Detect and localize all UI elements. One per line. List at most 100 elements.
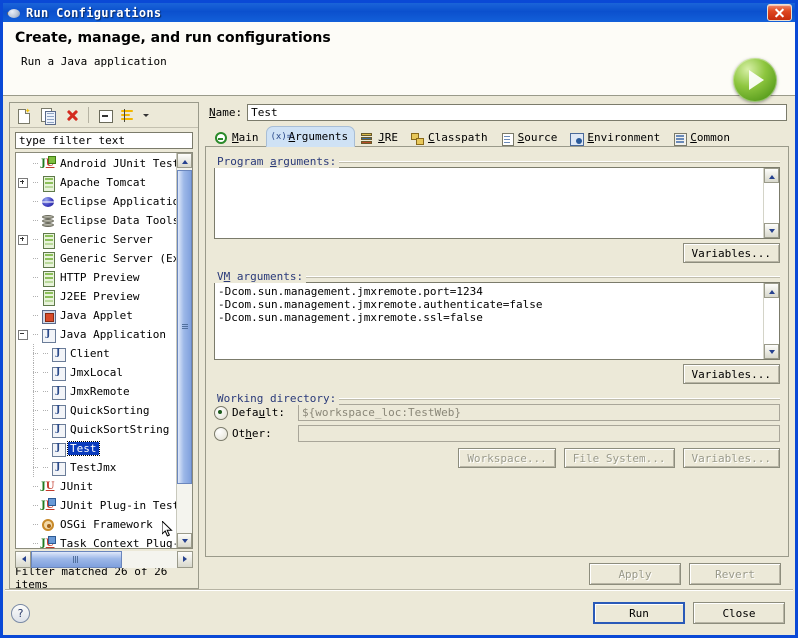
other-radio[interactable] [214, 426, 228, 441]
scroll-track[interactable] [764, 298, 779, 344]
environment-tab-icon [569, 131, 585, 146]
java-app-icon [49, 440, 66, 457]
tab-jre[interactable]: JRE [355, 127, 405, 147]
tree-item-java-applet[interactable]: Java Applet [16, 306, 176, 325]
vm-args-scrollbar[interactable] [763, 283, 779, 359]
scroll-up-icon[interactable] [177, 153, 192, 168]
vm-variables-button[interactable]: Variables... [682, 364, 780, 384]
program-args-scrollbar[interactable] [763, 168, 779, 238]
chevron-down-icon[interactable] [142, 106, 151, 125]
tree-item-eclipse-data-tools[interactable]: Eclipse Data Tools [16, 211, 176, 230]
tree-item-osgi-framework[interactable]: OSGi Framework [16, 515, 176, 534]
tab-main[interactable]: Main [209, 127, 266, 147]
tree-item-label: TestJmx [70, 461, 117, 474]
working-directory-label: Working directory: [214, 392, 340, 405]
tab-environment[interactable]: Environment [564, 127, 667, 147]
scroll-down-icon[interactable] [764, 344, 779, 359]
other-directory-input[interactable] [298, 425, 780, 442]
tree-connector [39, 439, 49, 458]
tree-item-http-preview[interactable]: HTTP Preview [16, 268, 176, 287]
workspace-button[interactable]: Workspace... [458, 448, 556, 468]
working-dir-variables-button[interactable]: Variables... [682, 448, 780, 468]
tree-item-quicksortstring[interactable]: QuickSortString [16, 420, 176, 439]
scroll-track[interactable] [177, 168, 192, 534]
hscroll-thumb[interactable] [31, 551, 122, 569]
tree-item-junit-plug-in-test[interactable]: JU JUnit Plug-in Test [16, 496, 176, 515]
collapse-all-icon[interactable] [94, 105, 116, 126]
collapse-icon[interactable] [16, 325, 29, 344]
tree-connector [29, 268, 39, 287]
close-icon[interactable] [767, 4, 792, 21]
tree-item-jmxlocal[interactable]: JmxLocal [16, 363, 176, 382]
duplicate-icon[interactable] [37, 105, 59, 126]
tree-indent [29, 420, 39, 439]
window-title: Run Configurations [26, 5, 162, 20]
dialog-footer: ? Run Close [3, 591, 795, 635]
program-arguments-input[interactable] [215, 168, 763, 238]
tree-horizontal-scrollbar[interactable] [15, 551, 193, 569]
program-arguments-box[interactable] [214, 167, 780, 239]
expand-icon[interactable] [16, 230, 29, 249]
filter-icon[interactable] [118, 105, 140, 126]
tree-item-generic-server[interactable]: Generic Server [16, 230, 176, 249]
tree-connector [29, 515, 39, 534]
tree-item-test[interactable]: Test [16, 439, 176, 458]
tree-rows[interactable]: JU Android JUnit Test Apache Tomcat Eclipse… [16, 153, 176, 548]
tree-item-android-junit-test[interactable]: JU Android JUnit Test [16, 154, 176, 173]
tree-item-j2ee-preview[interactable]: J2EE Preview [16, 287, 176, 306]
tree-item-label: Client [70, 347, 110, 360]
scroll-right-icon[interactable] [177, 551, 193, 569]
tree-item-generic-server-exte[interactable]: Generic Server (Exte [16, 249, 176, 268]
dialog-header: Create, manage, and run configurations R… [3, 22, 795, 102]
tree-item-eclipse-application[interactable]: Eclipse Application [16, 192, 176, 211]
new-page-icon[interactable]: ✦ [13, 105, 35, 126]
delete-x-icon[interactable] [61, 105, 83, 126]
button-label: Workspace... [467, 451, 547, 465]
scroll-track[interactable] [764, 183, 779, 223]
revert-button[interactable]: Revert [689, 563, 781, 586]
tab-classpath[interactable]: Classpath [405, 127, 495, 147]
expand-icon[interactable] [16, 173, 29, 192]
vm-arguments-input[interactable]: -Dcom.sun.management.jmxremote.port=1234… [215, 283, 763, 359]
hscroll-track[interactable] [31, 551, 177, 569]
tree-vertical-scrollbar[interactable] [176, 153, 192, 549]
vm-arguments-box[interactable]: -Dcom.sun.management.jmxremote.port=1234… [214, 282, 780, 360]
scroll-down-icon[interactable] [764, 223, 779, 238]
run-button[interactable]: Run [593, 602, 685, 624]
tree-item-jmxremote[interactable]: JmxRemote [16, 382, 176, 401]
scroll-thumb[interactable] [177, 170, 192, 484]
tree-item-apache-tomcat[interactable]: Apache Tomcat [16, 173, 176, 192]
tab-label: Source [517, 130, 558, 144]
scroll-up-icon[interactable] [764, 168, 779, 183]
tree-item-label: Eclipse Data Tools [60, 214, 176, 227]
working-directory-group: Working directory: Default: Other: [214, 392, 780, 468]
tab-source[interactable]: Source [495, 127, 565, 147]
tree-item-java-application[interactable]: Java Application [16, 325, 176, 344]
search-input[interactable] [15, 132, 193, 149]
configurations-tree[interactable]: JU Android JUnit Test Apache Tomcat Eclipse… [15, 152, 193, 550]
tree-item-junit[interactable]: JU JUnit [16, 477, 176, 496]
tree-item-quicksorting[interactable]: QuickSorting [16, 401, 176, 420]
tree-item-label: Android JUnit Test [60, 157, 176, 170]
file-system-button[interactable]: File System... [563, 448, 675, 468]
tree-item-testjmx[interactable]: TestJmx [16, 458, 176, 477]
scroll-up-icon[interactable] [764, 283, 779, 298]
help-icon[interactable]: ? [11, 603, 30, 623]
tree-item-task-context-plug-i[interactable]: JU Task Context Plug-i [16, 534, 176, 548]
tree-item-client[interactable]: Client [16, 344, 176, 363]
apply-button[interactable]: Apply [589, 563, 681, 586]
scroll-left-icon[interactable] [15, 551, 31, 569]
config-name-input[interactable] [247, 104, 787, 121]
tab-common[interactable]: Common [667, 127, 737, 147]
scroll-down-icon[interactable] [177, 533, 192, 549]
program-variables-button[interactable]: Variables... [682, 243, 780, 263]
default-radio[interactable] [214, 405, 228, 420]
close-button[interactable]: Close [693, 602, 785, 624]
tab-arguments[interactable]: (x)= Arguments [265, 126, 356, 147]
